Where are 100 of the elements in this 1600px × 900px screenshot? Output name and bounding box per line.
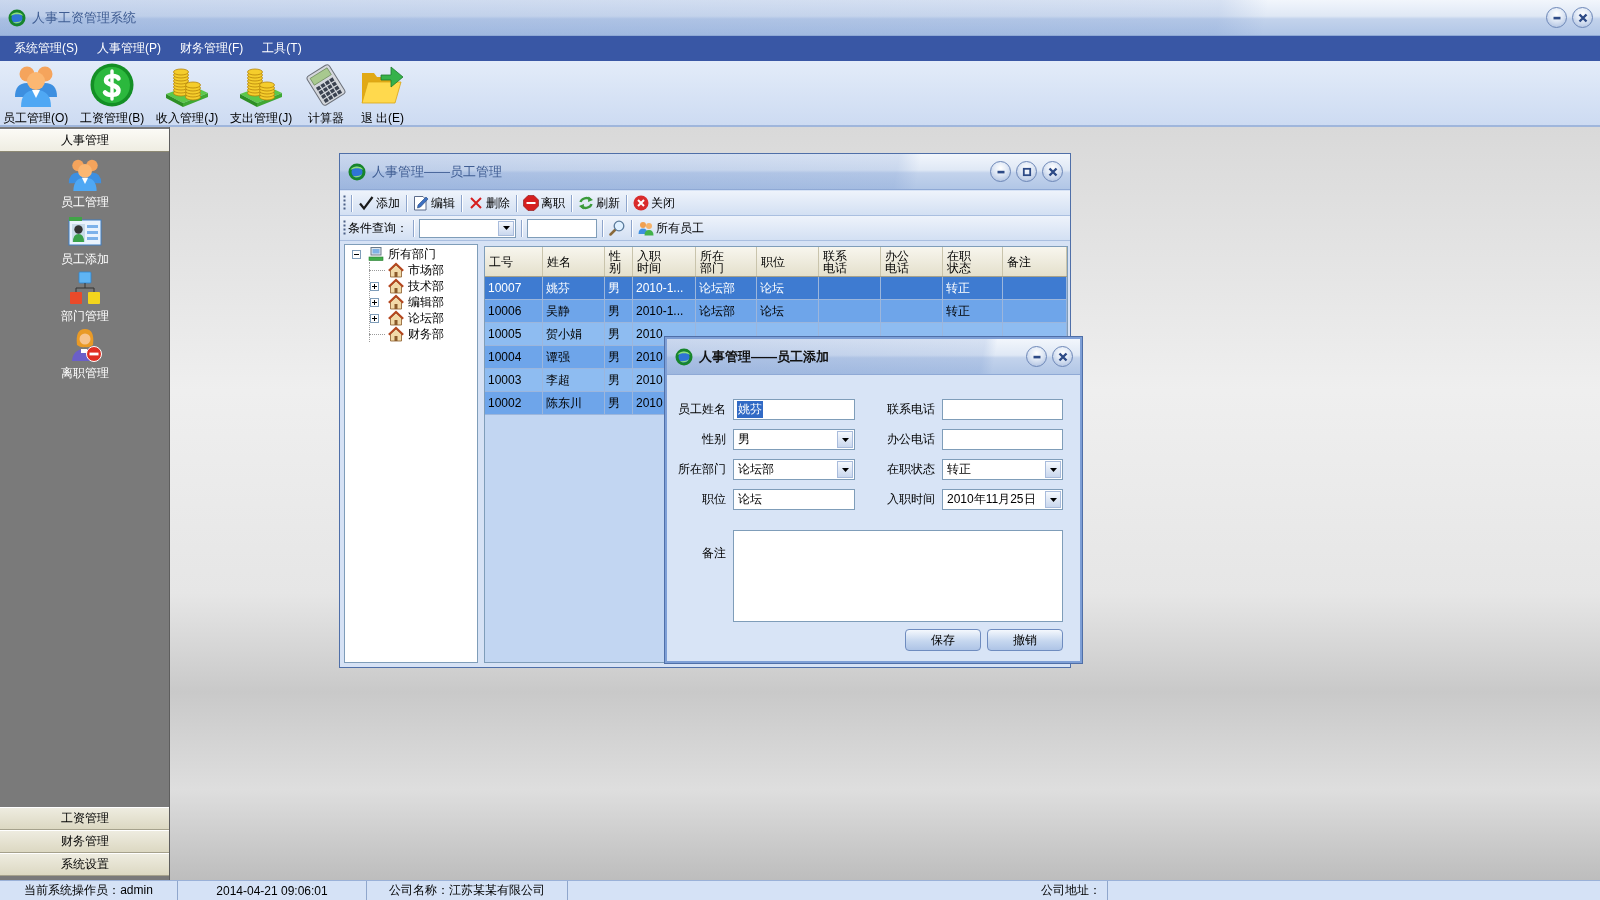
toolbar-button[interactable]: 离职 bbox=[522, 192, 566, 214]
tree-item[interactable]: 财务部 bbox=[408, 327, 444, 341]
toolbar-button[interactable]: 添加 bbox=[357, 192, 401, 214]
toolbar-button[interactable]: 收入管理(J) bbox=[154, 63, 221, 127]
org-chart-icon bbox=[67, 271, 102, 305]
table-cell: 男 bbox=[605, 369, 633, 391]
plus-box-icon[interactable] bbox=[370, 281, 379, 291]
tree-item[interactable]: 市场部 bbox=[408, 263, 444, 277]
table-cell: 10006 bbox=[485, 300, 543, 322]
table-cell: 10005 bbox=[485, 323, 543, 345]
globe-icon bbox=[675, 347, 693, 366]
dropdown-field[interactable]: 男 bbox=[733, 429, 855, 450]
maximize-button[interactable] bbox=[1016, 161, 1037, 182]
tree-item[interactable]: 编辑部 bbox=[408, 295, 444, 309]
field-label: 备注 bbox=[701, 545, 726, 562]
house-icon bbox=[388, 294, 404, 310]
table-cell: 男 bbox=[605, 300, 633, 322]
toolbar-button[interactable]: 编辑 bbox=[412, 192, 456, 214]
tree-item[interactable]: 技术部 bbox=[408, 279, 444, 293]
close-button[interactable] bbox=[1052, 346, 1073, 367]
text-field[interactable]: 姚芬 bbox=[733, 399, 855, 420]
dropdown-field[interactable]: 2010年11月25日 bbox=[942, 489, 1063, 510]
column-header[interactable]: 办公电话 bbox=[881, 247, 943, 276]
close-button[interactable] bbox=[1572, 7, 1593, 28]
table-cell: 10007 bbox=[485, 277, 543, 299]
minus-box-icon[interactable] bbox=[352, 249, 361, 259]
column-header[interactable]: 性别 bbox=[605, 247, 633, 276]
show-all-button[interactable]: 所有员工 bbox=[637, 217, 705, 239]
table-cell: 10004 bbox=[485, 346, 543, 368]
column-header[interactable]: 职位 bbox=[757, 247, 819, 276]
tree-item[interactable]: 所有部门 bbox=[388, 247, 436, 261]
toolbar-button[interactable]: 关闭 bbox=[632, 192, 676, 214]
sidebar-item[interactable]: 员工管理 bbox=[60, 157, 109, 214]
column-header[interactable]: 姓名 bbox=[543, 247, 605, 276]
search-icon bbox=[609, 220, 625, 236]
text-field[interactable]: 论坛 bbox=[733, 489, 855, 510]
column-header[interactable]: 联系电话 bbox=[819, 247, 881, 276]
minimize-button[interactable] bbox=[990, 161, 1011, 182]
text-area[interactable] bbox=[733, 530, 1063, 622]
id-card-icon bbox=[67, 214, 102, 248]
menu-item[interactable]: 工具(T) bbox=[255, 37, 309, 60]
tree-item[interactable]: 论坛部 bbox=[408, 311, 444, 325]
table-row[interactable]: 10006 吴静 男 2010-1... 论坛部 论坛 转正 bbox=[485, 300, 1067, 323]
column-header[interactable]: 在职状态 bbox=[943, 247, 1003, 276]
sidebar-item[interactable]: 离职管理 bbox=[60, 328, 109, 385]
globe-icon bbox=[348, 162, 366, 181]
save-button[interactable]: 保存 bbox=[905, 629, 981, 651]
folder-arrow-icon bbox=[360, 63, 405, 107]
dollar-coin-icon bbox=[90, 63, 135, 107]
column-header[interactable]: 所在部门 bbox=[696, 247, 757, 276]
sidebar-header[interactable]: 人事管理 bbox=[0, 129, 169, 152]
table-cell: 男 bbox=[605, 392, 633, 414]
checkmark-icon bbox=[358, 195, 374, 211]
table-row[interactable]: 10007 姚芬 男 2010-1... 论坛部 论坛 转正 bbox=[485, 277, 1067, 300]
caret-icon bbox=[1049, 467, 1057, 472]
text-field[interactable] bbox=[942, 399, 1063, 420]
menu-item[interactable]: 系统管理(S) bbox=[7, 37, 85, 60]
sidebar-item[interactable]: 员工添加 bbox=[60, 214, 109, 271]
toolbar-button[interactable]: 工资管理(B) bbox=[78, 63, 147, 127]
table-cell: 转正 bbox=[943, 277, 1003, 299]
cancel-button[interactable]: 撤销 bbox=[987, 629, 1063, 651]
column-header[interactable]: 入职时间 bbox=[633, 247, 696, 276]
dropdown-field[interactable]: 转正 bbox=[942, 459, 1063, 480]
toolbar-button[interactable]: 员工管理(O) bbox=[1, 63, 71, 127]
caret-icon bbox=[502, 226, 510, 230]
sidebar-header[interactable]: 系统设置 bbox=[0, 853, 169, 876]
column-header[interactable]: 备注 bbox=[1003, 247, 1067, 276]
dropdown-field[interactable]: 论坛部 bbox=[733, 459, 855, 480]
close-button[interactable] bbox=[1042, 161, 1063, 182]
field-label: 职位 bbox=[701, 491, 726, 508]
refresh-icon bbox=[578, 195, 594, 211]
toolbar-button[interactable]: 退 出(E) bbox=[358, 63, 407, 127]
field-label: 入职时间 bbox=[886, 491, 935, 508]
grip-icon bbox=[343, 195, 346, 211]
plus-box-icon[interactable] bbox=[370, 297, 379, 307]
close-icon bbox=[1577, 12, 1588, 23]
close-icon bbox=[1057, 351, 1068, 362]
toolbar-button[interactable]: 删除 bbox=[467, 192, 511, 214]
table-cell: 男 bbox=[605, 277, 633, 299]
minimize-button[interactable] bbox=[1546, 7, 1567, 28]
search-button[interactable] bbox=[608, 218, 626, 238]
menu-item[interactable]: 人事管理(P) bbox=[90, 37, 168, 60]
cross-icon bbox=[468, 195, 484, 211]
plus-box-icon[interactable] bbox=[370, 313, 379, 323]
search-input[interactable] bbox=[527, 218, 597, 238]
people-icon bbox=[638, 220, 654, 236]
text-field[interactable] bbox=[942, 429, 1063, 450]
caret-icon bbox=[1049, 497, 1057, 502]
sidebar-header[interactable]: 工资管理 bbox=[0, 807, 169, 830]
sidebar-header[interactable]: 财务管理 bbox=[0, 830, 169, 853]
minimize-button[interactable] bbox=[1026, 346, 1047, 367]
toolbar-button[interactable]: 计算器 bbox=[302, 63, 351, 127]
table-cell: 陈东川 bbox=[543, 392, 605, 414]
toolbar-button[interactable]: 刷新 bbox=[577, 192, 621, 214]
menu-item[interactable]: 财务管理(F) bbox=[173, 37, 251, 60]
column-header[interactable]: 工号 bbox=[485, 247, 543, 276]
toolbar-button[interactable]: 支出管理(J) bbox=[228, 63, 295, 127]
house-icon bbox=[388, 326, 404, 342]
filter-dropdown[interactable] bbox=[419, 218, 516, 238]
sidebar-item[interactable]: 部门管理 bbox=[60, 271, 109, 328]
